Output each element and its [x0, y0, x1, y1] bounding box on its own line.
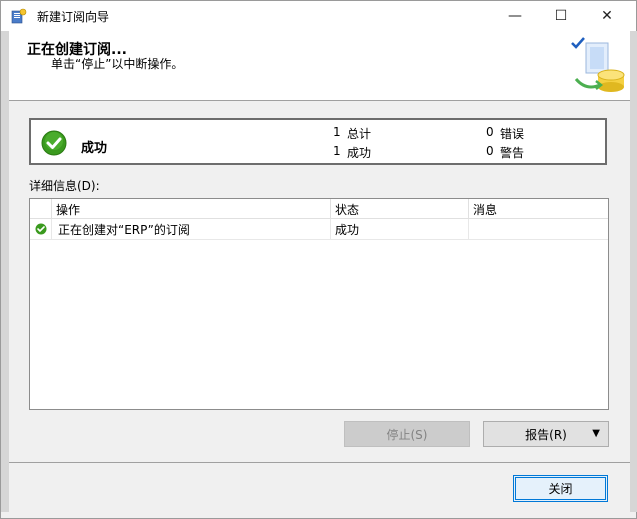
- wizard-footer: 关闭: [9, 462, 630, 513]
- cell-separator: [51, 219, 52, 239]
- stop-button[interactable]: 停止(S): [344, 421, 470, 447]
- wizard-window: 新建订阅向导 — ☐ ✕ 正在创建订阅... 单击“停止”以中断操作。 成功 1…: [0, 0, 637, 519]
- page-subtitle: 单击“停止”以中断操作。: [51, 57, 184, 71]
- success-check-icon: [35, 223, 47, 235]
- success-label: 成功: [347, 146, 372, 160]
- minimize-button[interactable]: —: [492, 1, 538, 31]
- maximize-button[interactable]: ☐: [538, 1, 584, 31]
- close-button[interactable]: 关闭: [513, 475, 608, 502]
- left-border: [1, 31, 9, 512]
- dropdown-arrow-icon: ▼: [592, 428, 600, 439]
- success-count: 1: [333, 144, 341, 158]
- row-status: 成功: [335, 223, 360, 237]
- grid-header: 操作 状态 消息: [30, 199, 608, 219]
- warning-label: 警告: [500, 146, 525, 160]
- summary-status: 成功: [81, 141, 108, 156]
- report-button-label: 报告(R): [525, 427, 567, 442]
- minimize-icon: —: [508, 8, 522, 24]
- close-icon: ✕: [601, 8, 613, 24]
- row-action: 正在创建对“ERP”的订阅: [58, 223, 190, 237]
- details-grid[interactable]: 操作 状态 消息 正在创建对“ERP”的订阅 成功: [29, 198, 609, 410]
- column-separator: [51, 199, 52, 218]
- summary-panel: 成功 1 总计 1 成功 0 错误 0 警告: [29, 118, 607, 165]
- right-border: [630, 31, 637, 512]
- close-button-label: 关闭: [548, 482, 573, 496]
- warning-count: 0: [486, 144, 494, 158]
- stop-button-label: 停止(S): [386, 427, 428, 442]
- column-header-action[interactable]: 操作: [56, 201, 80, 218]
- column-separator: [468, 199, 469, 218]
- subscription-wizard-icon: [571, 37, 625, 92]
- maximize-icon: ☐: [554, 8, 568, 24]
- error-count: 0: [486, 125, 494, 139]
- total-count: 1: [333, 125, 341, 139]
- wizard-body: 成功 1 总计 1 成功 0 错误 0 警告 详细信息(D): 操作 状态 消息: [9, 101, 630, 461]
- success-check-icon: [41, 130, 67, 156]
- details-label: 详细信息(D):: [29, 179, 100, 193]
- column-separator: [330, 199, 331, 218]
- window-title: 新建订阅向导: [37, 10, 110, 24]
- title-bar[interactable]: 新建订阅向导 — ☐ ✕: [1, 1, 636, 31]
- close-window-button[interactable]: ✕: [584, 1, 630, 31]
- column-header-message[interactable]: 消息: [473, 201, 497, 218]
- table-row[interactable]: 正在创建对“ERP”的订阅 成功: [30, 219, 608, 240]
- column-header-status[interactable]: 状态: [335, 201, 359, 218]
- cell-separator: [468, 219, 469, 239]
- error-label: 错误: [500, 127, 525, 141]
- cell-separator: [330, 219, 331, 239]
- wizard-app-icon: [11, 8, 27, 24]
- total-label: 总计: [347, 127, 372, 141]
- report-button[interactable]: 报告(R) ▼: [483, 421, 609, 447]
- wizard-header: 正在创建订阅... 单击“停止”以中断操作。: [9, 31, 630, 101]
